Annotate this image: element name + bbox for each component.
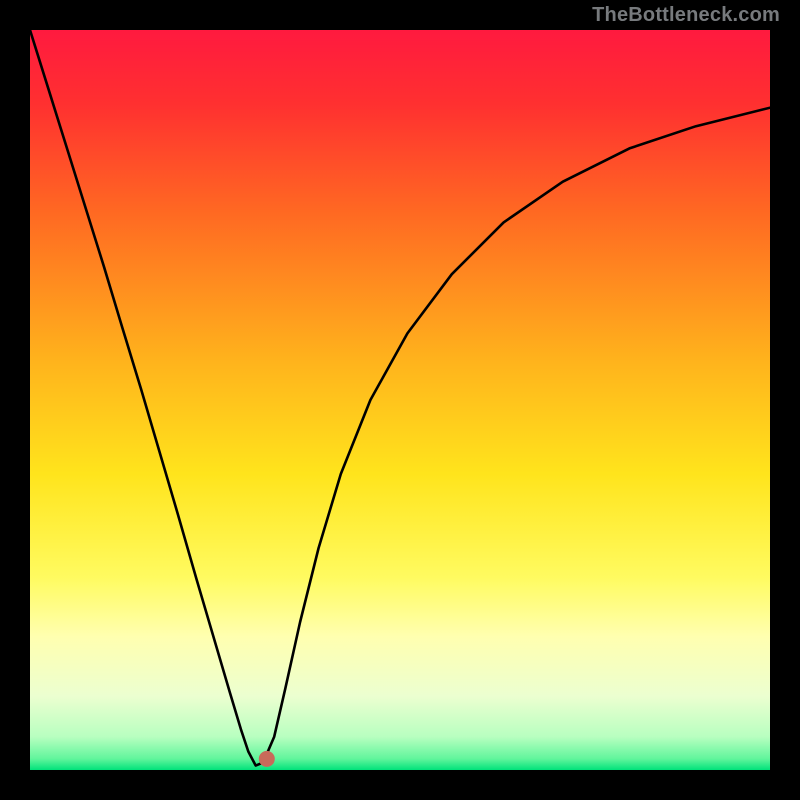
curve-layer [30,30,770,770]
watermark-text: TheBottleneck.com [592,4,780,27]
optimum-marker [259,751,275,767]
plot-area [30,30,770,770]
bottleneck-curve [30,30,770,766]
chart-frame: TheBottleneck.com [0,0,800,800]
